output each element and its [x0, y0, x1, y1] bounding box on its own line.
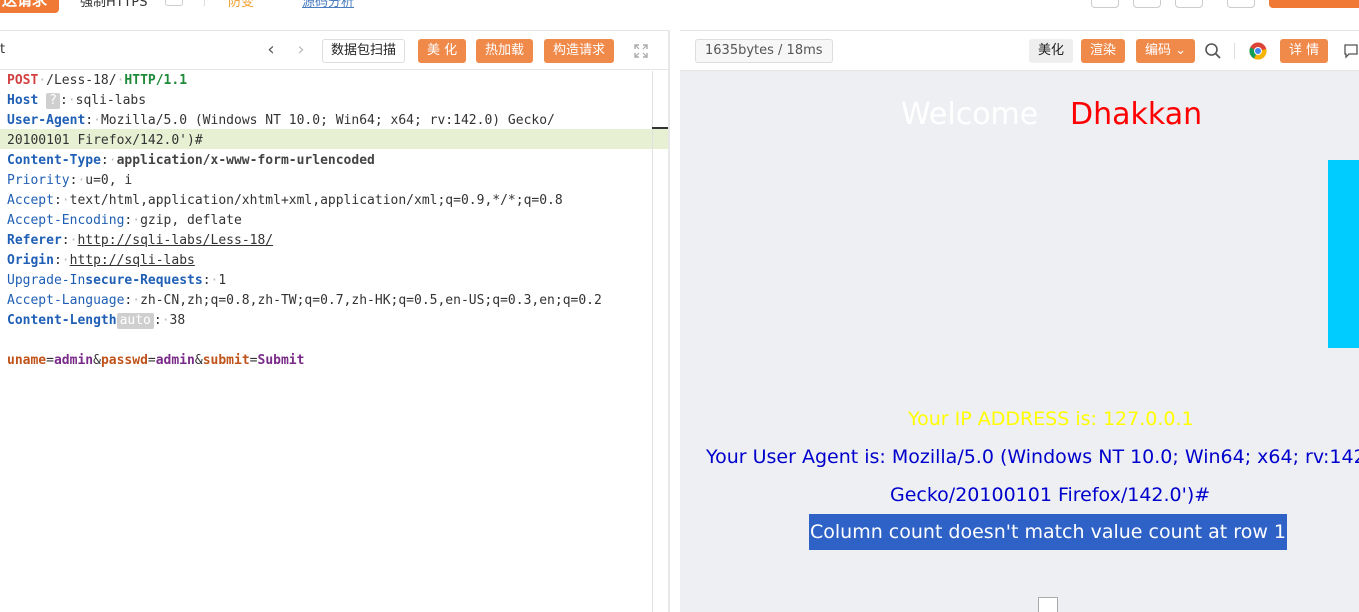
request-title: t: [0, 42, 6, 57]
source-analysis-link[interactable]: 源码分析: [302, 0, 354, 10]
expand-icon[interactable]: [634, 44, 648, 58]
build-request-button[interactable]: 构造请求: [544, 39, 615, 63]
encode-dropdown[interactable]: 编码 ⌄: [1136, 39, 1196, 63]
editor-gutter-line: [652, 71, 653, 612]
header-line-referer: Referer:·http://sqli-labs/Less-18/: [7, 233, 274, 248]
welcome-text: Welcome: [901, 97, 1039, 132]
rendered-response: Welcome Dhakkan Your IP ADDRESS is: 127.…: [680, 71, 1359, 612]
sql-error-message: Column count doesn't match value count a…: [809, 514, 1287, 550]
host-tag: ?: [46, 93, 60, 109]
force-https-toggle[interactable]: [165, 0, 183, 6]
search-icon[interactable]: [1203, 41, 1223, 61]
option-label[interactable]: 防变: [228, 0, 254, 10]
referer-link[interactable]: http://sqli-labs/Less-18/: [77, 233, 273, 248]
header-line-host: Host ?:·sqli-labs: [7, 93, 147, 109]
details-button[interactable]: 详 情: [1280, 39, 1329, 63]
header-line-accept-encoding: Accept-Encoding:·gzip, deflate: [7, 213, 242, 228]
header-line-content-length: Content-Length auto:·38: [7, 313, 186, 329]
header-line-origin: Origin:·http://sqli-labs: [7, 253, 195, 268]
request-editor[interactable]: POST·/Less-18/·HTTP/1.1 Host ?:·sqli-lab…: [0, 71, 668, 612]
user-agent-text: Your User Agent is: Mozilla/5.0 (Windows…: [706, 446, 1359, 468]
chat-icon[interactable]: [1343, 43, 1359, 59]
toolbar-icon-button[interactable]: [1133, 0, 1161, 8]
chrome-icon[interactable]: [1249, 42, 1267, 60]
header-line-user-agent: User-Agent:·Mozilla/5.0 (Windows NT 10.0…: [7, 113, 555, 128]
response-size-time: 1635bytes / 18ms: [695, 39, 833, 63]
header-line-accept: Accept:·text/html,application/xhtml+xml,…: [7, 193, 563, 208]
send-request-button[interactable]: 送请求: [0, 0, 59, 13]
chevron-down-icon: ⌄: [1175, 43, 1187, 58]
header-line-accept-language: Accept-Language:·zh-CN,zh;q=0.8,zh-TW;q=…: [7, 293, 602, 308]
request-line: POST·/Less-18/·HTTP/1.1: [7, 73, 188, 88]
pane-gap: [670, 30, 680, 612]
header-line-priority: Priority:·u=0, i: [7, 173, 133, 188]
toolbar-icon-button[interactable]: [1227, 0, 1255, 8]
beautify-button[interactable]: 美 化: [418, 39, 467, 63]
header-line-content-type: Content-Type:·application/x-www-form-url…: [7, 153, 375, 168]
chevron-right-icon[interactable]: ›: [291, 39, 311, 60]
origin-link[interactable]: http://sqli-labs: [70, 253, 195, 268]
force-https-label: 强制HTTPS: [80, 0, 148, 10]
editor-cursor: [652, 127, 668, 129]
top-right-action-button[interactable]: [1269, 0, 1359, 8]
login-form-box: [1328, 160, 1359, 348]
header-line-upgrade-insecure: Upgrade-Insecure-Requests:·1: [7, 273, 227, 288]
auto-tag: auto: [116, 313, 154, 329]
chevron-left-icon[interactable]: ‹: [261, 39, 281, 60]
response-beautify-button[interactable]: 美化: [1029, 39, 1074, 63]
render-button[interactable]: 渲染: [1081, 39, 1126, 63]
header-line-user-agent-cont: 20100101 Firefox/142.0')#: [7, 133, 203, 148]
toolbar-icon-button[interactable]: [1175, 0, 1203, 8]
ip-address-text: Your IP ADDRESS is: 127.0.0.1: [908, 408, 1194, 430]
response-header: 1635bytes / 18ms 美化 渲染 编码 ⌄ 详 情: [680, 30, 1359, 71]
toolbar-divider: [204, 0, 205, 6]
toolbar-icon-button[interactable]: [1091, 0, 1119, 8]
user-agent-text-cont: Gecko/20100101 Firefox/142.0')#: [890, 484, 1211, 506]
header-divider: [1234, 43, 1235, 59]
dhakkan-text: Dhakkan: [1070, 97, 1203, 132]
broken-image-icon: [1038, 597, 1058, 612]
packet-scan-button[interactable]: 数据包扫描: [322, 39, 406, 63]
hot-load-button[interactable]: 热加载: [476, 39, 534, 63]
request-header: t ‹ › 数据包扫描 美 化 热加载 构造请求: [0, 30, 670, 70]
top-toolbar: 送请求 强制HTTPS 防变 源码分析: [0, 0, 1359, 30]
request-body-line: uname=admin&passwd=admin&submit=Submit: [7, 353, 305, 368]
